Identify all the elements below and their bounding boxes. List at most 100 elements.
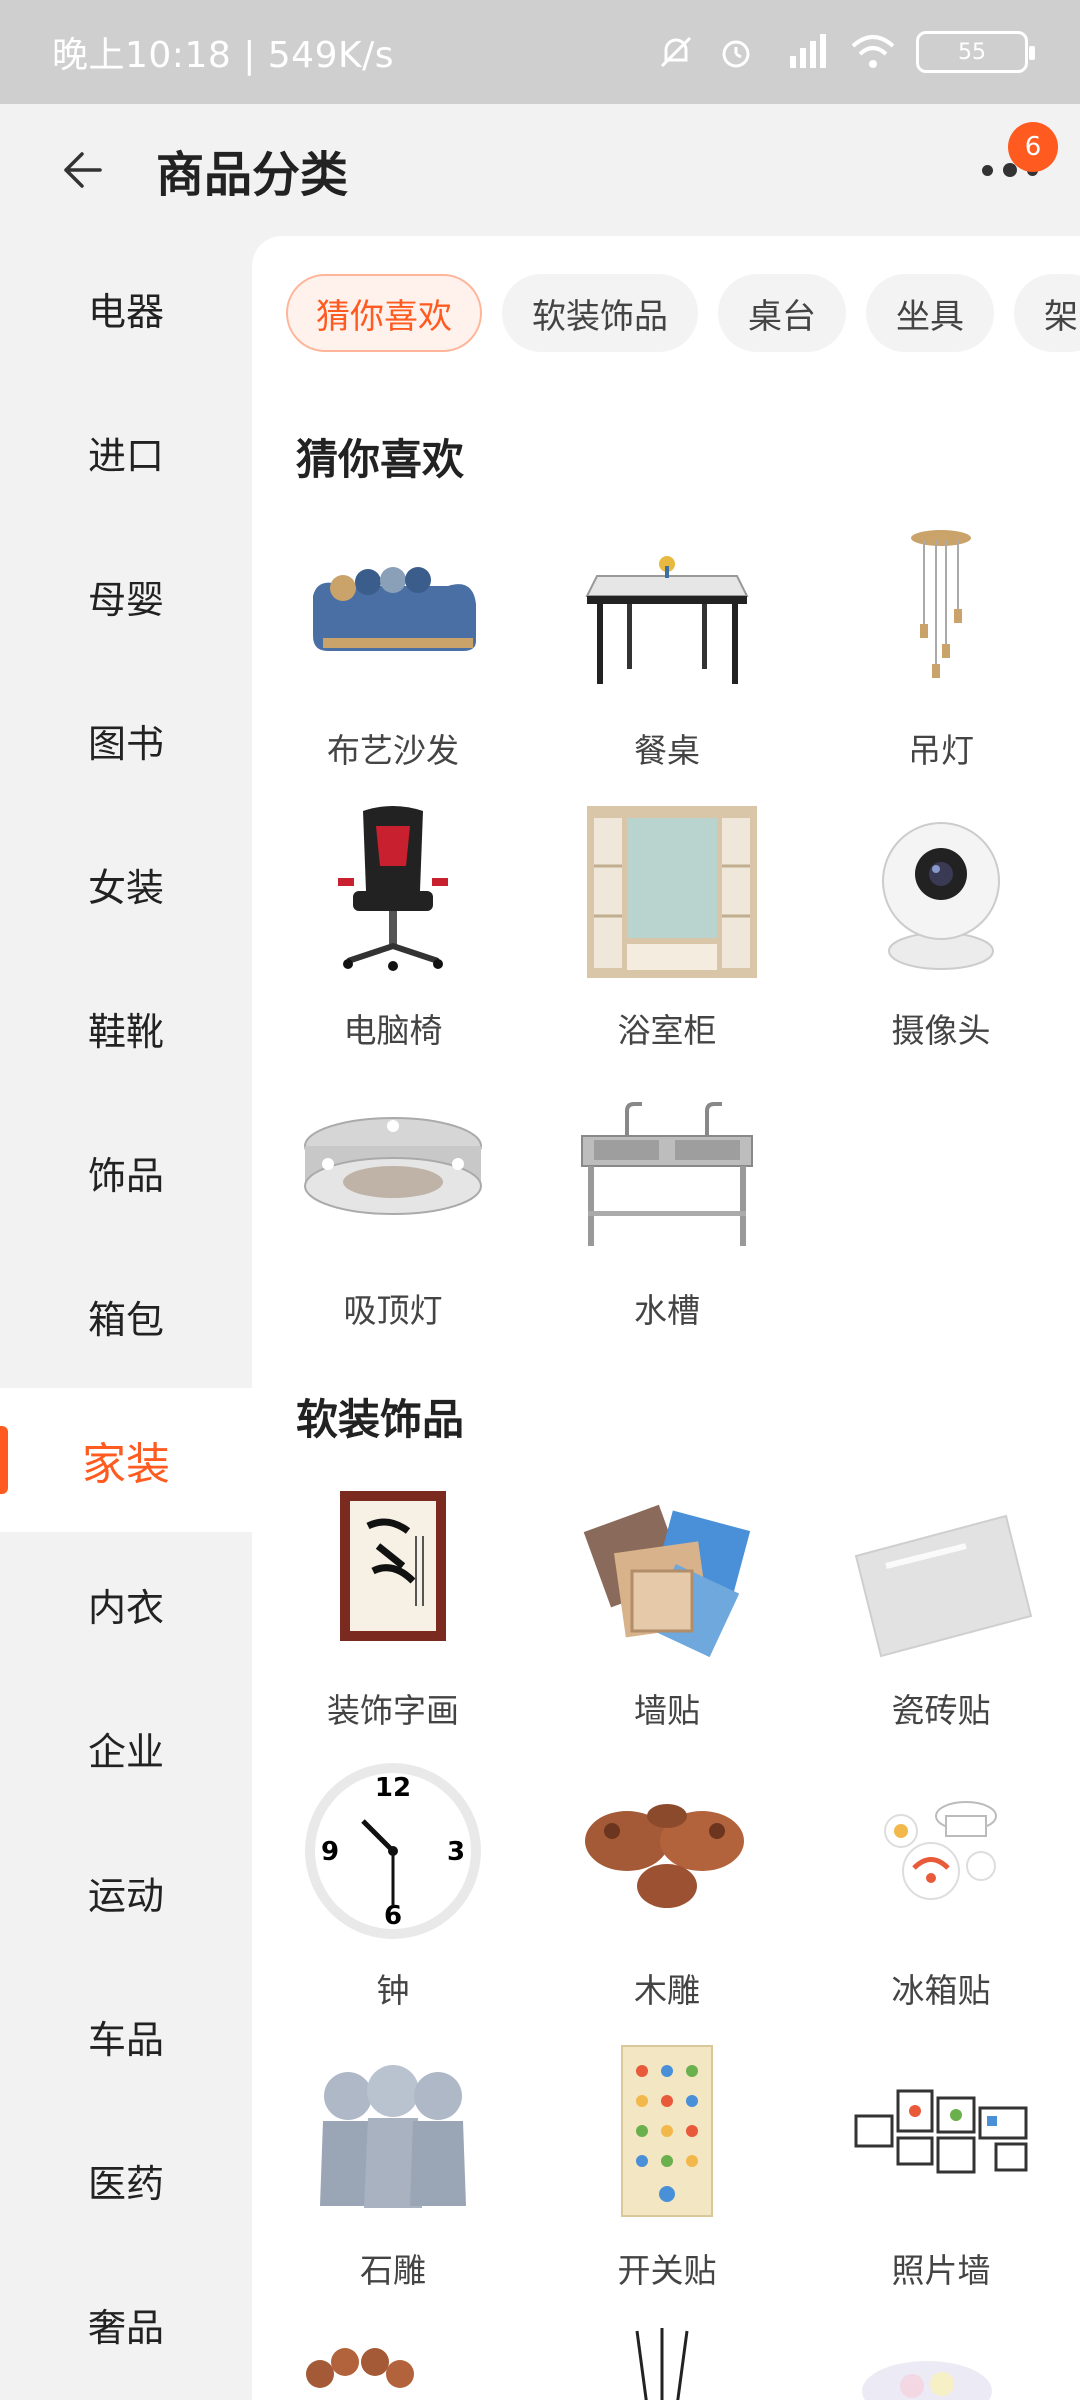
incense-sticks-icon: [635, 2328, 689, 2400]
status-bar: 晚上10:18 | 549K/s 55: [0, 0, 1080, 104]
status-icons: 55: [656, 31, 1035, 73]
mute-bell-icon: [660, 36, 692, 68]
grid-item-camera[interactable]: 摄像头: [804, 786, 1078, 1066]
grid-item-tile-sticker[interactable]: 瓷砖贴: [804, 1466, 1078, 1746]
calligraphy-icon: [298, 1476, 488, 1666]
grid-item-wall-sticker[interactable]: 墙贴: [530, 1466, 804, 1746]
grid-item-pendant-lamp[interactable]: 吊灯: [804, 506, 1078, 786]
battery-indicator: 55: [916, 31, 1035, 73]
product-name: 木雕: [634, 1971, 700, 2010]
tab-guess-you-like[interactable]: 猜你喜欢: [286, 274, 482, 352]
sidebar-item-sports[interactable]: 运动: [0, 1820, 252, 1964]
sidebar-item-car[interactable]: 车品: [0, 1964, 252, 2108]
product-name: 水槽: [634, 1291, 700, 1330]
alarm-icon: [722, 40, 750, 68]
category-sidebar: 电器 进口 母婴 图书 女装 鞋靴 饰品 箱包 家装 内衣 企业 运动 车品 医…: [0, 236, 252, 2400]
beads-icon: [306, 2348, 414, 2388]
signal-icon: [790, 34, 826, 68]
sofa-icon: [298, 516, 488, 706]
section-title: 软装饰品: [296, 1395, 465, 1444]
status-time: 晚上10:18 | 549K/s: [52, 35, 394, 76]
grid-item-switch-sticker[interactable]: 开关贴: [530, 2026, 804, 2306]
product-name: 电脑椅: [343, 1011, 443, 1050]
grid-item-calligraphy[interactable]: 装饰字画: [256, 1466, 530, 1746]
stone-carving-icon: [298, 2036, 488, 2226]
product-grid: 布艺沙发 餐桌 吊灯 电脑椅 浴室柜 摄像头 吸顶灯 水槽: [252, 506, 1080, 1346]
sidebar-item-imports[interactable]: 进口: [0, 380, 252, 524]
product-name: 冰箱贴: [891, 1971, 991, 2010]
tab-seating[interactable]: 坐具: [866, 274, 994, 352]
sidebar-item-shoes[interactable]: 鞋靴: [0, 956, 252, 1100]
section-title: 猜你喜欢: [296, 435, 465, 484]
product-name: 餐桌: [634, 731, 700, 770]
product-name: 钟: [376, 1971, 410, 2010]
switch-sticker-icon: [572, 2036, 762, 2226]
pendant-lamp-icon: [846, 516, 1036, 706]
sidebar-item-books[interactable]: 图书: [0, 668, 252, 812]
arrow-left-icon: [64, 152, 102, 188]
product-name: 开关贴: [617, 2251, 717, 2290]
back-button[interactable]: [30, 120, 130, 220]
grid-item-photo-wall[interactable]: 照片墙: [804, 2026, 1078, 2306]
product-name: 吸顶灯: [343, 1291, 443, 1330]
category-content: 猜你喜欢 软装饰品 桌台 坐具 架 猜你喜欢 布艺沙发 餐桌 吊灯 电脑椅 浴室…: [252, 236, 1080, 2400]
grid-item-bathroom-cabinet[interactable]: 浴室柜: [530, 786, 804, 1066]
grid-item-office-chair[interactable]: 电脑椅: [256, 786, 530, 1066]
wall-sticker-icon: [572, 1476, 762, 1666]
sidebar-item-bags[interactable]: 箱包: [0, 1244, 252, 1388]
tile-sticker-icon: [846, 1476, 1036, 1666]
sidebar-item-medicine[interactable]: 医药: [0, 2108, 252, 2252]
wifi-icon: [851, 35, 895, 68]
clock-icon: 12 3 6 9: [298, 1756, 488, 1946]
dining-table-icon: [572, 516, 762, 706]
header: 商品分类 6: [0, 104, 1080, 236]
product-name: 装饰字画: [327, 1691, 459, 1730]
wood-carving-icon: [572, 1756, 762, 1946]
fridge-magnet-icon: [846, 1756, 1036, 1946]
camera-icon: [846, 796, 1036, 986]
sidebar-item-enterprise[interactable]: 企业: [0, 1676, 252, 1820]
bathroom-cabinet-icon: [572, 796, 762, 986]
grid-item-sink[interactable]: 水槽: [530, 1066, 804, 1346]
sidebar-item-luxury[interactable]: 奢品: [0, 2252, 252, 2396]
product-name: 布艺沙发: [327, 731, 459, 770]
svg-text:3: 3: [447, 1837, 465, 1867]
battery-level: 55: [958, 39, 986, 65]
subcategory-tabs: 猜你喜欢 软装饰品 桌台 坐具 架: [286, 274, 1080, 352]
notification-badge: 6: [1008, 122, 1058, 172]
ceiling-lamp-icon: [298, 1076, 488, 1266]
photo-wall-icon: [846, 2036, 1036, 2226]
svg-text:12: 12: [375, 1773, 411, 1803]
grid-item-sofa[interactable]: 布艺沙发: [256, 506, 530, 786]
product-name: 照片墙: [891, 2251, 991, 2290]
office-chair-icon: [298, 796, 488, 986]
product-name: 瓷砖贴: [891, 1691, 991, 1730]
more-button[interactable]: 6: [970, 122, 1058, 210]
grid-item-wood-carving[interactable]: 木雕: [530, 1746, 804, 2026]
sidebar-item-womens[interactable]: 女装: [0, 812, 252, 956]
tab-tables[interactable]: 桌台: [718, 274, 846, 352]
sidebar-item-home[interactable]: 家装: [0, 1388, 252, 1532]
grid-item-fridge-magnet[interactable]: 冰箱贴: [804, 1746, 1078, 2026]
flower-icon: [862, 2361, 992, 2400]
grid-item-clock[interactable]: 12 3 6 9 钟: [256, 1746, 530, 2026]
sidebar-item-baby[interactable]: 母婴: [0, 524, 252, 668]
next-row-preview: [252, 2326, 1080, 2400]
product-grid: 装饰字画 墙贴 瓷砖贴 12 3 6 9 钟 木雕 冰箱贴 石雕 开关贴 照片墙: [252, 1466, 1080, 2306]
product-name: 吊灯: [908, 731, 974, 770]
product-name: 摄像头: [891, 1011, 991, 1050]
page-title: 商品分类: [156, 147, 349, 203]
grid-item-ceiling-lamp[interactable]: 吸顶灯: [256, 1066, 530, 1346]
sidebar-item-accessories[interactable]: 饰品: [0, 1100, 252, 1244]
grid-item-stone-carving[interactable]: 石雕: [256, 2026, 530, 2306]
product-name: 浴室柜: [617, 1011, 717, 1050]
tab-shelves[interactable]: 架: [1014, 274, 1080, 352]
grid-item-dining-table[interactable]: 餐桌: [530, 506, 804, 786]
product-name: 石雕: [360, 2251, 426, 2290]
svg-text:9: 9: [321, 1837, 339, 1867]
sidebar-item-appliances[interactable]: 电器: [0, 236, 252, 380]
product-name: 墙贴: [634, 1691, 700, 1730]
tab-soft-decor[interactable]: 软装饰品: [502, 274, 698, 352]
sink-icon: [572, 1076, 762, 1266]
sidebar-item-underwear[interactable]: 内衣: [0, 1532, 252, 1676]
